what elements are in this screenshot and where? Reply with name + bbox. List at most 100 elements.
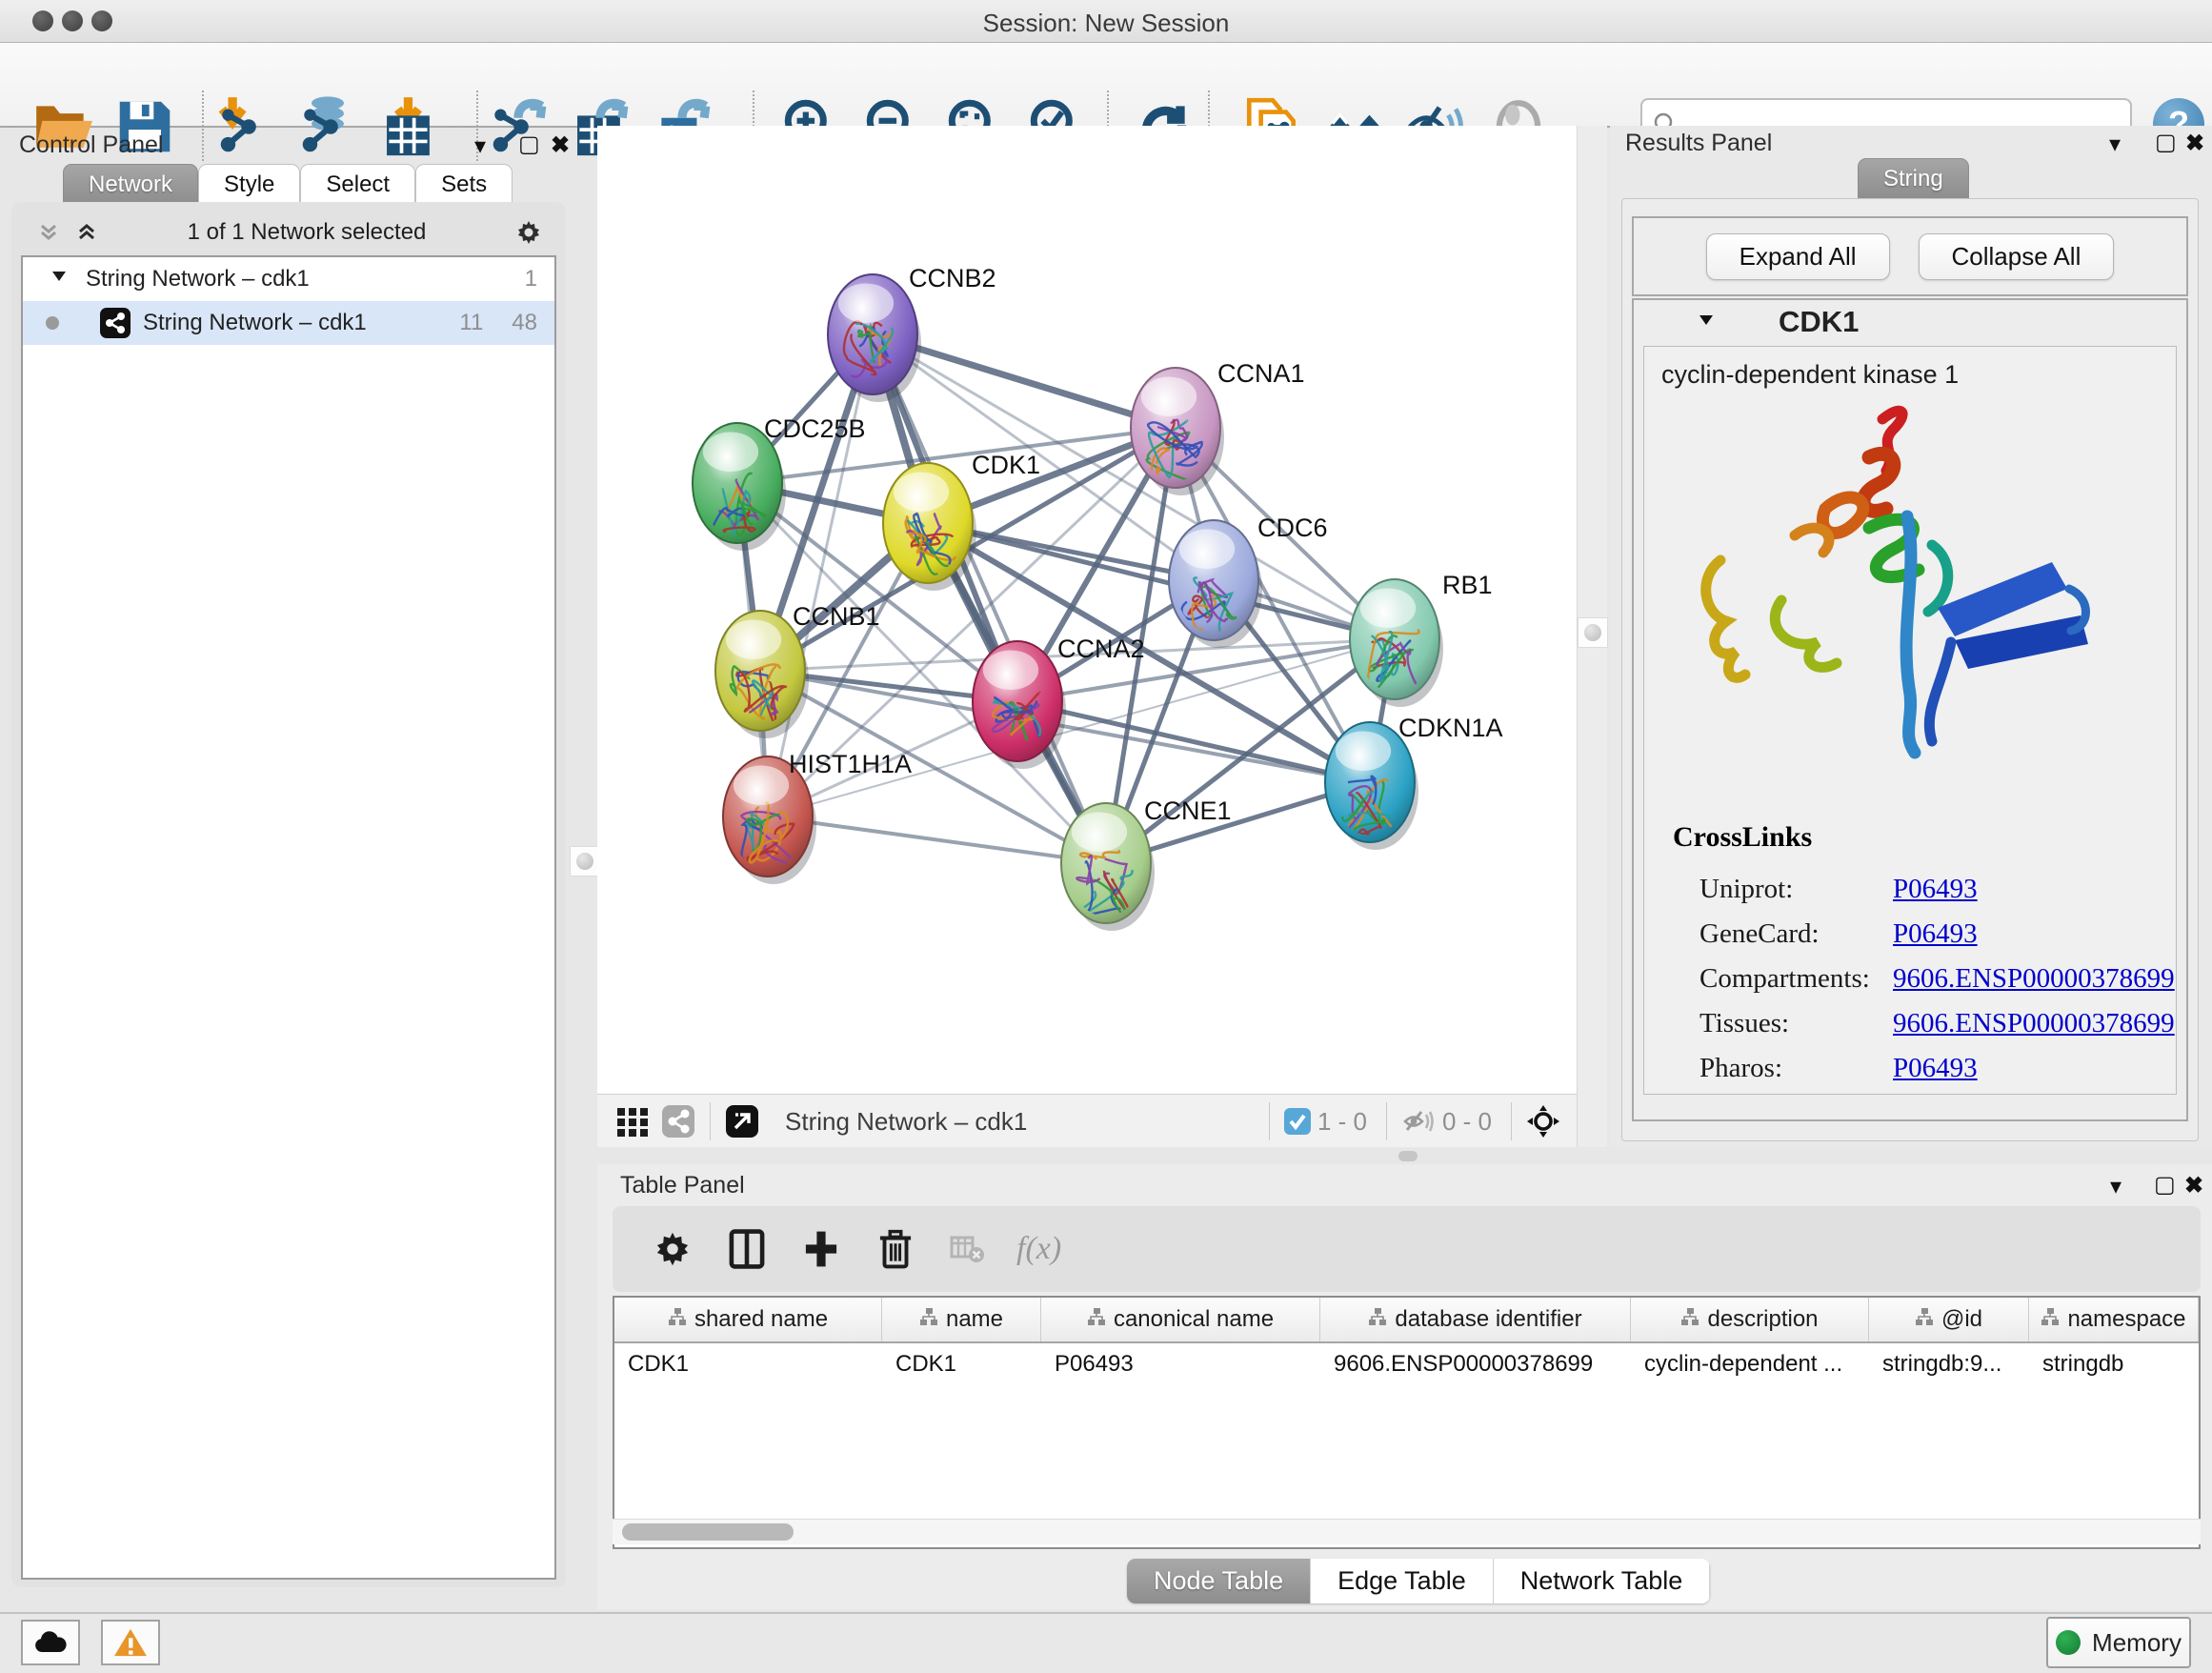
table-panel-collapse-icon[interactable]: ▾ — [2110, 1176, 2122, 1199]
column-header-canonical-name[interactable]: canonical name — [1041, 1298, 1320, 1341]
horizontal-splitter[interactable] — [597, 1147, 2212, 1164]
column-header-description[interactable]: description — [1631, 1298, 1869, 1341]
control-panel-float-icon[interactable]: ▢ — [518, 133, 540, 156]
birds-eye-view-icon[interactable] — [614, 1103, 651, 1139]
tab-string[interactable]: String — [1858, 158, 1969, 200]
node-label-CCNB2: CCNB2 — [909, 264, 996, 292]
column-header-namespace[interactable]: namespace — [2029, 1298, 2199, 1341]
network-node-CCNA2[interactable]: CCNA2 — [973, 635, 1145, 769]
fit-content-crosshair-icon[interactable] — [1525, 1103, 1561, 1139]
results-panel: Results Panel ▾ ▢ ✖ String Expand All Co… — [1610, 126, 2212, 1147]
network-badge-gray-icon[interactable] — [660, 1103, 696, 1139]
table-cell[interactable]: CDK1 — [882, 1351, 1041, 1378]
column-header-shared-name[interactable]: shared name — [614, 1298, 882, 1341]
network-view-canvas[interactable]: CCNB2CCNA1CDC25BCDK1CDC6RB1CCNB1CCNA2CDK… — [597, 126, 1577, 1094]
table-cell[interactable]: stringdb:9... — [1869, 1351, 2029, 1378]
table-toolbar: f(x) — [613, 1206, 2201, 1292]
table-type-tabs: Node TableEdge TableNetwork Table — [1127, 1559, 1710, 1603]
crosslink-value-link[interactable]: P06493 — [1893, 1053, 1978, 1084]
column-type-icon — [919, 1306, 938, 1333]
network-row[interactable]: String Network – cdk1 11 48 — [23, 301, 554, 345]
network-node-CCNE1[interactable]: CCNE1 — [1061, 796, 1232, 931]
table-panel-close-icon[interactable]: ✖ — [2184, 1175, 2203, 1198]
control-panel-collapse-icon[interactable]: ▾ — [474, 135, 486, 158]
crosslink-value-link[interactable]: 9606.ENSP00000378699 — [1893, 963, 2175, 995]
crosslink-row: GeneCard: P06493 — [1673, 912, 2175, 957]
table-cell[interactable]: P06493 — [1041, 1351, 1320, 1378]
crosslink-value-link[interactable]: P06493 — [1893, 874, 1978, 905]
cloud-button[interactable] — [21, 1620, 80, 1665]
tab-node-table[interactable]: Node Table — [1127, 1559, 1311, 1603]
column-header-database-identifier[interactable]: database identifier — [1320, 1298, 1631, 1341]
table-row[interactable]: CDK1CDK1P064939606.ENSP00000378699cyclin… — [614, 1343, 2199, 1385]
tab-edge-table[interactable]: Edge Table — [1311, 1559, 1494, 1603]
expand-all-button[interactable]: Expand All — [1706, 233, 1890, 280]
network-node-CCNB2[interactable]: CCNB2 — [828, 264, 996, 402]
collapse-all-networks-icon[interactable] — [34, 218, 63, 247]
network-node-CDKN1A[interactable]: CDKN1A — [1325, 714, 1503, 850]
delete-column-icon[interactable] — [874, 1227, 917, 1271]
right-splitter-handle[interactable] — [1578, 617, 1608, 648]
section-expander-icon[interactable] — [1697, 311, 1718, 334]
expand-all-networks-icon[interactable] — [72, 218, 101, 247]
table-cell[interactable]: CDK1 — [614, 1351, 882, 1378]
table-cell[interactable]: stringdb — [2029, 1351, 2199, 1378]
nav-separator — [1511, 1102, 1512, 1140]
table-cell[interactable]: 9606.ENSP00000378699 — [1320, 1351, 1631, 1378]
network-node-CDC6[interactable]: CDC6 — [1169, 514, 1328, 648]
network-edge[interactable] — [873, 334, 1106, 863]
left-splitter-handle[interactable] — [570, 846, 600, 877]
warnings-button[interactable] — [101, 1620, 160, 1665]
show-columns-icon[interactable] — [725, 1227, 769, 1271]
tab-select[interactable]: Select — [300, 164, 415, 206]
collapse-all-button[interactable]: Collapse All — [1919, 233, 2115, 280]
open-in-window-icon[interactable] — [724, 1103, 760, 1139]
crosslink-value-link[interactable]: 9606.ENSP00000378699 — [1893, 1008, 2175, 1039]
node-label-HIST1H1A: HIST1H1A — [789, 750, 912, 778]
node-table[interactable]: shared namenamecanonical namedatabase id… — [613, 1296, 2201, 1549]
table-panel-float-icon[interactable]: ▢ — [2154, 1174, 2176, 1197]
results-panel-float-icon[interactable]: ▢ — [2155, 131, 2177, 154]
protein-description: cyclin-dependent kinase 1 — [1644, 347, 2176, 390]
network-collection-row[interactable]: String Network – cdk1 1 — [23, 257, 554, 301]
tab-style[interactable]: Style — [198, 164, 300, 206]
column-type-icon — [668, 1306, 687, 1333]
protein-section-header[interactable]: CDK1 — [1634, 300, 2186, 344]
tab-network-table[interactable]: Network Table — [1494, 1559, 1711, 1603]
selected-node-edge-counts: 1 - 0 — [1317, 1107, 1367, 1137]
column-type-icon — [1915, 1306, 1934, 1333]
network-node-RB1[interactable]: RB1 — [1350, 571, 1493, 707]
crosslink-value-link[interactable]: P06493 — [1893, 918, 1978, 950]
network-options-gear-icon[interactable] — [513, 216, 545, 249]
control-panel-close-icon[interactable]: ✖ — [551, 134, 570, 157]
hidden-eye-slash-icon[interactable] — [1400, 1103, 1437, 1139]
tab-sets[interactable]: Sets — [415, 164, 513, 206]
hscrollbar-thumb[interactable] — [622, 1523, 794, 1541]
selected-checkbox-icon[interactable] — [1283, 1107, 1312, 1136]
protein-details: cyclin-dependent kinase 1 — [1643, 346, 2177, 1095]
table-hscrollbar[interactable] — [613, 1519, 2201, 1544]
node-label-CCNB1: CCNB1 — [793, 602, 880, 631]
nav-separator — [710, 1102, 711, 1140]
network-node-HIST1H1A[interactable]: HIST1H1A — [723, 750, 912, 884]
column-header-@id[interactable]: @id — [1869, 1298, 2029, 1341]
protein-structure-image — [1682, 402, 2130, 802]
nav-separator — [1269, 1102, 1270, 1140]
network-edge[interactable] — [768, 816, 1106, 863]
results-panel-title: Results Panel — [1625, 130, 1772, 157]
main-toolbar: ? — [0, 43, 2212, 128]
tree-expander-icon[interactable] — [50, 266, 74, 292]
results-panel-collapse-icon[interactable]: ▾ — [2109, 133, 2121, 156]
crosslinks-section: CrossLinks Uniprot: P06493GeneCard: P064… — [1673, 821, 2175, 1091]
network-node-CCNB1[interactable]: CCNB1 — [715, 602, 880, 738]
table-gear-icon[interactable] — [651, 1227, 694, 1271]
tab-network[interactable]: Network — [63, 164, 198, 206]
table-cell[interactable]: cyclin-dependent ... — [1631, 1351, 1869, 1378]
collection-count: 1 — [525, 266, 537, 292]
network-graph[interactable]: CCNB2CCNA1CDC25BCDK1CDC6RB1CCNB1CCNA2CDK… — [597, 126, 1577, 1094]
memory-button[interactable]: Memory — [2046, 1617, 2191, 1668]
column-header-name[interactable]: name — [882, 1298, 1041, 1341]
results-panel-close-icon[interactable]: ✖ — [2185, 132, 2204, 155]
add-column-icon[interactable] — [799, 1227, 843, 1271]
network-node-CCNA1[interactable]: CCNA1 — [1131, 359, 1305, 495]
